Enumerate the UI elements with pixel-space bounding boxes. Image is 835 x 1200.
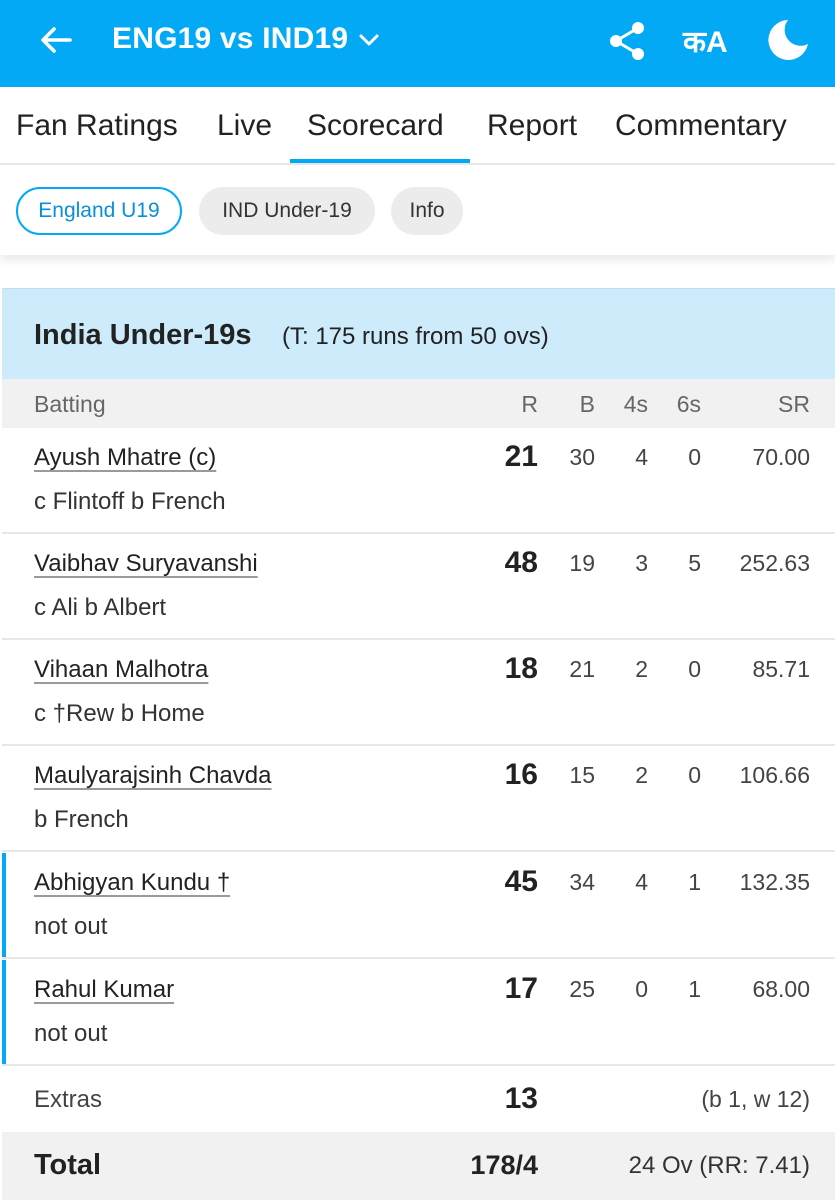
batter-balls: 30: [569, 444, 595, 470]
batter-dismissal: c Flintoff b French: [34, 488, 226, 515]
total-row: Total 178/4 24 Ov (RR: 7.41): [2, 1132, 835, 1200]
batter-fours: 3: [635, 550, 648, 576]
active-tab-indicator: [290, 159, 470, 163]
batter-row-at-crease[interactable]: Rahul Kumar not out 17 25 0 1 68.00: [2, 960, 835, 1066]
extras-value: 13: [504, 1082, 538, 1115]
tab-report[interactable]: Report: [487, 109, 577, 143]
batter-strike-rate: 132.35: [739, 869, 810, 895]
batter-name[interactable]: Rahul Kumar: [34, 976, 174, 1004]
batter-sixes: 0: [688, 444, 701, 470]
moon-icon[interactable]: [766, 18, 810, 62]
batter-sixes: 0: [688, 656, 701, 682]
batter-balls: 19: [569, 550, 595, 576]
batter-sixes: 0: [688, 762, 701, 788]
tab-bar: Fan Ratings Live Scorecard Report Commen…: [0, 87, 835, 165]
batter-strike-rate: 106.66: [739, 762, 810, 788]
back-arrow-icon[interactable]: [36, 20, 76, 60]
batter-strike-rate: 70.00: [752, 444, 810, 470]
batter-name[interactable]: Vaibhav Suryavanshi: [34, 550, 258, 578]
batting-column-header: Batting R B 4s 6s SR: [2, 379, 835, 428]
batter-fours: 4: [635, 444, 648, 470]
app-bar: ENG19 vs IND19 कA: [0, 0, 835, 87]
batter-fours: 4: [635, 869, 648, 895]
batter-balls: 21: [569, 656, 595, 682]
batter-fours: 2: [635, 762, 648, 788]
extras-row: Extras 13 (b 1, w 12): [2, 1066, 835, 1132]
innings-team-name: India Under-19s: [34, 319, 252, 351]
match-title[interactable]: ENG19 vs IND19: [112, 22, 348, 56]
batter-row[interactable]: Vihaan Malhotra c †Rew b Home 18 21 2 0 …: [2, 640, 835, 746]
batter-row-at-crease[interactable]: Abhigyan Kundu † not out 45 34 4 1 132.3…: [2, 853, 835, 959]
col-balls: B: [579, 391, 595, 417]
chevron-down-icon[interactable]: [357, 28, 381, 52]
extras-detail: (b 1, w 12): [701, 1086, 810, 1112]
team-chip-bar: England U19 IND Under-19 Info: [0, 167, 835, 255]
batter-runs: 18: [504, 652, 538, 685]
batter-sixes: 1: [688, 869, 701, 895]
batter-row[interactable]: Maulyarajsinh Chavda b French 16 15 2 0 …: [2, 746, 835, 852]
extras-label: Extras: [34, 1086, 103, 1113]
col-sixes: 6s: [676, 391, 701, 417]
col-strike-rate: SR: [778, 391, 810, 417]
batter-sixes: 5: [688, 550, 701, 576]
innings-header: India Under-19s (T: 175 runs from 50 ovs…: [2, 288, 835, 379]
batter-dismissal: c †Rew b Home: [34, 700, 205, 727]
share-icon[interactable]: [606, 20, 648, 62]
tab-fan-ratings[interactable]: Fan Ratings: [16, 109, 178, 143]
batter-name[interactable]: Maulyarajsinh Chavda: [34, 762, 271, 790]
batter-dismissal: not out: [34, 1020, 108, 1047]
tab-live[interactable]: Live: [217, 109, 272, 143]
batter-runs: 17: [504, 972, 538, 1005]
tab-scorecard[interactable]: Scorecard: [307, 109, 444, 143]
batter-balls: 34: [569, 869, 595, 895]
batter-balls: 15: [569, 762, 595, 788]
batter-runs: 21: [504, 440, 538, 473]
batter-balls: 25: [569, 976, 595, 1002]
innings-target: (T: 175 runs from 50 ovs): [282, 323, 549, 350]
batter-fours: 2: [635, 656, 648, 682]
batter-name[interactable]: Ayush Mhatre (c): [34, 444, 216, 472]
total-label: Total: [34, 1149, 102, 1181]
batter-fours: 0: [635, 976, 648, 1002]
tab-commentary[interactable]: Commentary: [615, 109, 787, 143]
batter-dismissal: c Ali b Albert: [34, 594, 167, 621]
batter-strike-rate: 85.71: [752, 656, 810, 682]
batter-runs: 48: [504, 546, 538, 579]
batter-dismissal: b French: [34, 806, 129, 833]
batter-row[interactable]: Ayush Mhatre (c) c Flintoff b French 21 …: [2, 428, 835, 534]
batter-dismissal: not out: [34, 913, 108, 940]
chip-ind-under-19[interactable]: IND Under-19: [199, 187, 375, 235]
chip-england-u19[interactable]: England U19: [16, 187, 182, 235]
total-score: 178/4: [470, 1150, 538, 1180]
col-batting: Batting: [34, 391, 106, 417]
batter-name[interactable]: Abhigyan Kundu †: [34, 869, 230, 897]
batter-row[interactable]: Vaibhav Suryavanshi c Ali b Albert 48 19…: [2, 534, 835, 640]
batter-runs: 16: [504, 758, 538, 791]
col-runs: R: [521, 391, 538, 417]
col-fours: 4s: [623, 391, 648, 417]
batter-sixes: 1: [688, 976, 701, 1002]
total-overs: 24 Ov (RR: 7.41): [628, 1152, 810, 1179]
batter-strike-rate: 68.00: [752, 976, 810, 1002]
batter-name[interactable]: Vihaan Malhotra: [34, 656, 208, 684]
language-toggle[interactable]: कA: [683, 20, 728, 61]
chip-info[interactable]: Info: [391, 187, 463, 235]
batter-runs: 45: [504, 865, 538, 898]
batter-strike-rate: 252.63: [739, 550, 810, 576]
